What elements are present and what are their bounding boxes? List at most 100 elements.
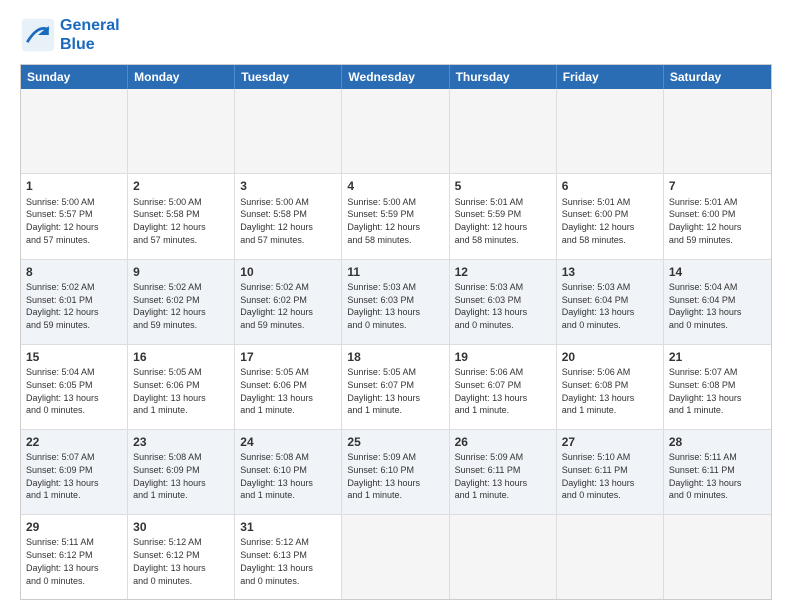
day-cell-2: 2 Sunrise: 5:00 AM Sunset: 5:58 PM Daylig… <box>128 174 235 258</box>
day-number: 3 <box>240 178 336 194</box>
day-number: 2 <box>133 178 229 194</box>
day-number: 19 <box>455 349 551 365</box>
day-number: 28 <box>669 434 766 450</box>
day-number: 16 <box>133 349 229 365</box>
day-cell-20: 20 Sunrise: 5:06 AM Sunset: 6:08 PM Dayli… <box>557 345 664 429</box>
day-info: Sunrise: 5:02 AM Sunset: 6:02 PM Dayligh… <box>133 282 206 330</box>
empty-cell <box>342 515 449 599</box>
day-cell-27: 27 Sunrise: 5:10 AM Sunset: 6:11 PM Dayli… <box>557 430 664 514</box>
header-day-wednesday: Wednesday <box>342 65 449 89</box>
day-number: 20 <box>562 349 658 365</box>
day-info: Sunrise: 5:05 AM Sunset: 6:07 PM Dayligh… <box>347 367 420 415</box>
day-info: Sunrise: 5:00 AM Sunset: 5:58 PM Dayligh… <box>240 197 313 245</box>
day-info: Sunrise: 5:02 AM Sunset: 6:02 PM Dayligh… <box>240 282 313 330</box>
day-number: 6 <box>562 178 658 194</box>
day-info: Sunrise: 5:08 AM Sunset: 6:10 PM Dayligh… <box>240 452 313 500</box>
empty-cell <box>557 515 664 599</box>
day-number: 21 <box>669 349 766 365</box>
empty-cell <box>557 89 664 173</box>
day-cell-21: 21 Sunrise: 5:07 AM Sunset: 6:08 PM Dayli… <box>664 345 771 429</box>
empty-cell <box>664 515 771 599</box>
empty-cell <box>128 89 235 173</box>
day-info: Sunrise: 5:07 AM Sunset: 6:08 PM Dayligh… <box>669 367 742 415</box>
day-number: 13 <box>562 264 658 280</box>
day-cell-7: 7 Sunrise: 5:01 AM Sunset: 6:00 PM Daylig… <box>664 174 771 258</box>
day-number: 27 <box>562 434 658 450</box>
day-cell-24: 24 Sunrise: 5:08 AM Sunset: 6:10 PM Dayli… <box>235 430 342 514</box>
day-number: 7 <box>669 178 766 194</box>
logo-icon <box>20 17 56 53</box>
day-cell-9: 9 Sunrise: 5:02 AM Sunset: 6:02 PM Daylig… <box>128 260 235 344</box>
header-day-tuesday: Tuesday <box>235 65 342 89</box>
calendar-header: SundayMondayTuesdayWednesdayThursdayFrid… <box>21 65 771 89</box>
day-number: 29 <box>26 519 122 535</box>
logo-text: GeneralBlue <box>60 16 120 54</box>
day-cell-10: 10Sunrise: 5:02 AM Sunset: 6:02 PM Dayli… <box>235 260 342 344</box>
day-cell-11: 11 Sunrise: 5:03 AM Sunset: 6:03 PM Dayli… <box>342 260 449 344</box>
header-day-saturday: Saturday <box>664 65 771 89</box>
day-cell-30: 30Sunrise: 5:12 AM Sunset: 6:12 PM Dayli… <box>128 515 235 599</box>
empty-cell <box>342 89 449 173</box>
page: GeneralBlue SundayMondayTuesdayWednesday… <box>0 0 792 612</box>
day-cell-12: 12 Sunrise: 5:03 AM Sunset: 6:03 PM Dayli… <box>450 260 557 344</box>
day-info: Sunrise: 5:12 AM Sunset: 6:13 PM Dayligh… <box>240 537 313 585</box>
day-info: Sunrise: 5:00 AM Sunset: 5:57 PM Dayligh… <box>26 197 99 245</box>
day-info: Sunrise: 5:01 AM Sunset: 6:00 PM Dayligh… <box>562 197 635 245</box>
day-info: Sunrise: 5:07 AM Sunset: 6:09 PM Dayligh… <box>26 452 99 500</box>
day-number: 23 <box>133 434 229 450</box>
day-info: Sunrise: 5:11 AM Sunset: 6:11 PM Dayligh… <box>669 452 742 500</box>
day-cell-31: 31Sunrise: 5:12 AM Sunset: 6:13 PM Dayli… <box>235 515 342 599</box>
day-info: Sunrise: 5:05 AM Sunset: 6:06 PM Dayligh… <box>240 367 313 415</box>
day-number: 26 <box>455 434 551 450</box>
day-number: 9 <box>133 264 229 280</box>
day-cell-18: 18 Sunrise: 5:05 AM Sunset: 6:07 PM Dayli… <box>342 345 449 429</box>
day-info: Sunrise: 5:06 AM Sunset: 6:08 PM Dayligh… <box>562 367 635 415</box>
day-number: 15 <box>26 349 122 365</box>
day-number: 4 <box>347 178 443 194</box>
header-day-thursday: Thursday <box>450 65 557 89</box>
day-number: 22 <box>26 434 122 450</box>
empty-cell <box>21 89 128 173</box>
day-info: Sunrise: 5:10 AM Sunset: 6:11 PM Dayligh… <box>562 452 635 500</box>
day-info: Sunrise: 5:01 AM Sunset: 5:59 PM Dayligh… <box>455 197 528 245</box>
day-cell-3: 3 Sunrise: 5:00 AM Sunset: 5:58 PM Daylig… <box>235 174 342 258</box>
day-cell-4: 4Sunrise: 5:00 AM Sunset: 5:59 PM Daylig… <box>342 174 449 258</box>
day-number: 8 <box>26 264 122 280</box>
day-cell-15: 15 Sunrise: 5:04 AM Sunset: 6:05 PM Dayli… <box>21 345 128 429</box>
day-number: 5 <box>455 178 551 194</box>
day-number: 24 <box>240 434 336 450</box>
day-cell-26: 26Sunrise: 5:09 AM Sunset: 6:11 PM Dayli… <box>450 430 557 514</box>
day-cell-13: 13 Sunrise: 5:03 AM Sunset: 6:04 PM Dayli… <box>557 260 664 344</box>
day-number: 14 <box>669 264 766 280</box>
day-number: 17 <box>240 349 336 365</box>
day-cell-28: 28 Sunrise: 5:11 AM Sunset: 6:11 PM Dayli… <box>664 430 771 514</box>
day-info: Sunrise: 5:03 AM Sunset: 6:03 PM Dayligh… <box>455 282 528 330</box>
day-info: Sunrise: 5:03 AM Sunset: 6:04 PM Dayligh… <box>562 282 635 330</box>
week-row-0 <box>21 89 771 174</box>
day-cell-25: 25 Sunrise: 5:09 AM Sunset: 6:10 PM Dayli… <box>342 430 449 514</box>
day-info: Sunrise: 5:04 AM Sunset: 6:05 PM Dayligh… <box>26 367 99 415</box>
day-info: Sunrise: 5:09 AM Sunset: 6:10 PM Dayligh… <box>347 452 420 500</box>
empty-cell <box>235 89 342 173</box>
day-info: Sunrise: 5:01 AM Sunset: 6:00 PM Dayligh… <box>669 197 742 245</box>
day-number: 12 <box>455 264 551 280</box>
day-info: Sunrise: 5:04 AM Sunset: 6:04 PM Dayligh… <box>669 282 742 330</box>
day-info: Sunrise: 5:12 AM Sunset: 6:12 PM Dayligh… <box>133 537 206 585</box>
week-row-5: 29Sunrise: 5:11 AM Sunset: 6:12 PM Dayli… <box>21 515 771 599</box>
day-cell-8: 8 Sunrise: 5:02 AM Sunset: 6:01 PM Daylig… <box>21 260 128 344</box>
day-number: 1 <box>26 178 122 194</box>
day-cell-29: 29Sunrise: 5:11 AM Sunset: 6:12 PM Dayli… <box>21 515 128 599</box>
day-info: Sunrise: 5:03 AM Sunset: 6:03 PM Dayligh… <box>347 282 420 330</box>
day-info: Sunrise: 5:00 AM Sunset: 5:58 PM Dayligh… <box>133 197 206 245</box>
day-cell-5: 5 Sunrise: 5:01 AM Sunset: 5:59 PM Daylig… <box>450 174 557 258</box>
day-info: Sunrise: 5:08 AM Sunset: 6:09 PM Dayligh… <box>133 452 206 500</box>
day-number: 11 <box>347 264 443 280</box>
empty-cell <box>450 515 557 599</box>
day-number: 25 <box>347 434 443 450</box>
empty-cell <box>664 89 771 173</box>
header-day-friday: Friday <box>557 65 664 89</box>
calendar: SundayMondayTuesdayWednesdayThursdayFrid… <box>20 64 772 600</box>
day-info: Sunrise: 5:02 AM Sunset: 6:01 PM Dayligh… <box>26 282 99 330</box>
day-number: 18 <box>347 349 443 365</box>
day-cell-23: 23 Sunrise: 5:08 AM Sunset: 6:09 PM Dayli… <box>128 430 235 514</box>
